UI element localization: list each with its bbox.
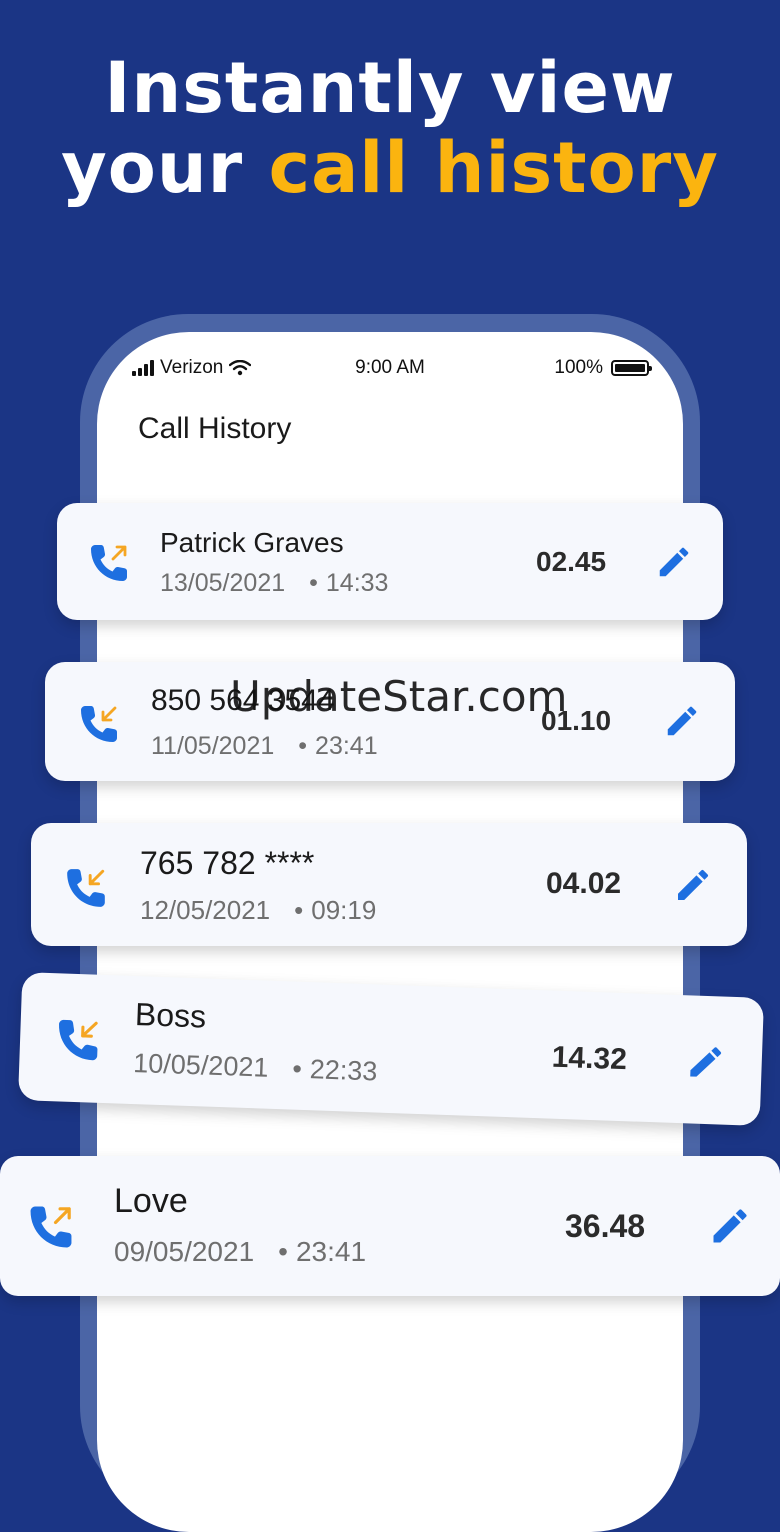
incoming-call-icon <box>81 706 117 742</box>
call-card[interactable]: 765 782 **** 12/05/2021 • 09:19 04.02 <box>31 823 747 946</box>
call-date: 13/05/2021 <box>160 569 286 597</box>
call-meta: 10/05/2021 • 22:33 <box>132 1048 378 1087</box>
headline-line-2-prefix: your <box>61 127 244 209</box>
call-card[interactable]: Patrick Graves 13/05/2021 • 14:33 02.45 <box>57 503 723 620</box>
call-meta: 11/05/2021 • 23:41 <box>151 732 378 760</box>
headline-line-2: your call history <box>0 128 780 208</box>
call-time: 14:33 <box>325 569 389 597</box>
outgoing-call-icon <box>30 1206 72 1248</box>
headline-line-1: Instantly view <box>104 47 676 129</box>
caller-name: 765 782 **** <box>140 845 315 881</box>
call-meta: 13/05/2021 • 14:33 <box>160 569 389 597</box>
incoming-call-icon <box>67 869 105 907</box>
caller-name: Patrick Graves <box>160 527 344 558</box>
outgoing-call-icon <box>91 545 127 581</box>
call-date: 11/05/2021 <box>151 732 275 760</box>
call-time: 23:41 <box>295 1236 367 1267</box>
call-meta: 12/05/2021 • 09:19 <box>140 895 377 925</box>
call-time: 23:41 <box>315 732 378 760</box>
call-duration: 36.48 <box>565 1208 646 1244</box>
battery-icon <box>611 360 652 376</box>
pencil-icon[interactable] <box>708 1204 752 1248</box>
pencil-icon[interactable] <box>673 865 713 905</box>
promo-headline: Instantly view your call history <box>0 48 780 208</box>
call-date: 12/05/2021 <box>140 895 271 925</box>
call-time: 22:33 <box>309 1054 378 1087</box>
call-card[interactable]: Boss 10/05/2021 • 22:33 14.32 <box>17 972 765 1126</box>
call-duration: 14.32 <box>551 1040 628 1077</box>
call-meta: 09/05/2021 • 23:41 <box>114 1236 367 1267</box>
status-right: 100% <box>554 357 652 379</box>
headline-line-2-accent: call history <box>268 127 719 209</box>
caller-name: Love <box>114 1182 188 1220</box>
call-date: 10/05/2021 <box>132 1048 269 1083</box>
watermark: UpdateStar.com <box>230 672 568 721</box>
pencil-icon[interactable] <box>663 702 701 740</box>
call-duration: 04.02 <box>546 867 622 900</box>
caller-name: Boss <box>134 996 207 1035</box>
call-date: 09/05/2021 <box>114 1236 255 1267</box>
call-card[interactable]: Love 09/05/2021 • 23:41 36.48 <box>0 1156 780 1296</box>
call-duration: 02.45 <box>536 546 607 577</box>
screen-title: Call History <box>138 412 292 445</box>
battery-percent: 100% <box>554 357 603 378</box>
status-bar: Verizon 9:00 AM 100% <box>97 352 683 384</box>
call-time: 09:19 <box>311 895 377 925</box>
pencil-icon[interactable] <box>655 543 693 581</box>
pencil-icon[interactable] <box>685 1041 726 1082</box>
incoming-call-icon <box>59 1019 98 1061</box>
